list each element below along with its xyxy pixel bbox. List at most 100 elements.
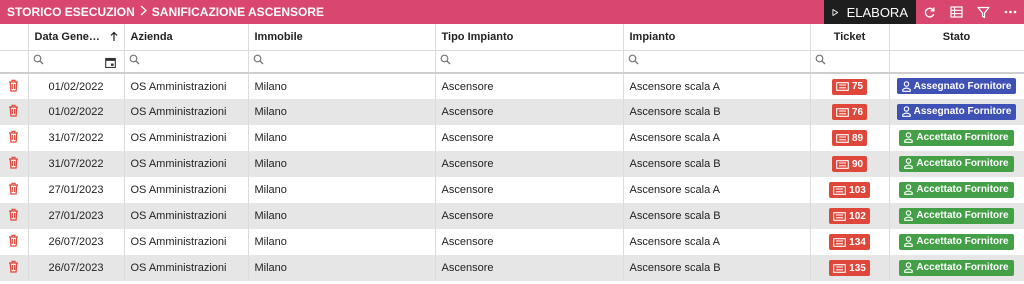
ticket-number: 89 bbox=[851, 132, 864, 144]
trash-icon[interactable] bbox=[8, 130, 19, 146]
cell-immobile: Milano bbox=[248, 151, 436, 177]
cell-tipo-impianto: Ascensore bbox=[435, 255, 624, 281]
ticket-badge[interactable]: 102 bbox=[829, 208, 870, 224]
user-icon bbox=[904, 236, 916, 248]
status-label: Accettato Fornitore bbox=[916, 236, 1009, 248]
filter-impianto[interactable] bbox=[623, 50, 811, 74]
cell-ticket: 89 bbox=[810, 125, 890, 151]
trash-icon[interactable] bbox=[8, 260, 19, 276]
table-row[interactable]: 27/01/2023 OS Amministrazioni Milano Ascens… bbox=[0, 203, 1024, 229]
history-table: Data Gene… Azienda Immobile Tipo Impiant… bbox=[0, 24, 1024, 281]
calendar-icon[interactable] bbox=[104, 57, 116, 71]
ticket-badge[interactable]: 90 bbox=[831, 156, 868, 172]
user-icon bbox=[904, 158, 916, 170]
cell-azienda: OS Amministrazioni bbox=[124, 125, 249, 151]
cell-azienda: OS Amministrazioni bbox=[124, 73, 249, 99]
ticket-badge[interactable]: 134 bbox=[829, 234, 870, 250]
filter-azienda[interactable] bbox=[124, 50, 249, 74]
breadcrumb-parent[interactable]: STORICO ESECUZION bbox=[7, 5, 135, 19]
ticket-icon bbox=[836, 159, 852, 169]
cell-stato: Accettato Fornitore bbox=[889, 177, 1024, 203]
sort-ascending-icon[interactable] bbox=[110, 31, 118, 42]
cell-stato: Accettato Fornitore bbox=[889, 255, 1024, 281]
ticket-icon bbox=[836, 133, 852, 143]
breadcrumb: STORICO ESECUZION SANIFICAZIONE ASCENSOR… bbox=[0, 5, 324, 19]
ticket-icon bbox=[833, 237, 849, 247]
cell-impianto: Ascensore scala A bbox=[623, 229, 811, 255]
ticket-number: 76 bbox=[851, 106, 864, 118]
cell-immobile: Milano bbox=[248, 229, 436, 255]
cell-impianto: Ascensore scala A bbox=[623, 73, 811, 99]
cell-data: 26/07/2023 bbox=[28, 229, 125, 255]
header-ticket[interactable]: Ticket bbox=[810, 24, 890, 51]
cell-tipo-impianto: Ascensore bbox=[435, 177, 624, 203]
header-stato[interactable]: Stato bbox=[889, 24, 1024, 51]
filter-ticket[interactable] bbox=[810, 50, 890, 74]
cell-immobile: Milano bbox=[248, 73, 436, 99]
ticket-badge[interactable]: 76 bbox=[831, 104, 868, 120]
filter-stato[interactable] bbox=[889, 50, 1024, 74]
filter-data[interactable] bbox=[28, 50, 125, 74]
filter-immobile[interactable] bbox=[248, 50, 436, 74]
ticket-number: 135 bbox=[849, 262, 866, 274]
delete-cell bbox=[0, 125, 29, 151]
user-icon bbox=[901, 106, 914, 118]
cell-ticket: 102 bbox=[810, 203, 890, 229]
header-impianto[interactable]: Impianto bbox=[623, 24, 811, 51]
cell-ticket: 76 bbox=[810, 99, 890, 125]
cell-ticket: 75 bbox=[810, 73, 890, 99]
filter-tipo-impianto[interactable] bbox=[435, 50, 624, 74]
cell-tipo-impianto: Ascensore bbox=[435, 203, 624, 229]
cell-impianto: Ascensore scala A bbox=[623, 177, 811, 203]
cell-immobile: Milano bbox=[248, 203, 436, 229]
trash-icon[interactable] bbox=[8, 208, 19, 224]
ticket-number: 103 bbox=[849, 184, 866, 196]
ticket-icon bbox=[833, 185, 849, 195]
ticket-number: 75 bbox=[851, 81, 864, 92]
delete-cell bbox=[0, 229, 29, 255]
elabora-button[interactable]: ELABORA bbox=[824, 0, 916, 24]
cell-tipo-impianto: Ascensore bbox=[435, 229, 624, 255]
table-row[interactable]: 26/07/2023 OS Amministrazioni Milano Ascens… bbox=[0, 229, 1024, 255]
ticket-number: 134 bbox=[849, 236, 866, 248]
ticket-badge[interactable]: 89 bbox=[831, 130, 868, 146]
ticket-badge[interactable]: 135 bbox=[829, 260, 870, 276]
user-icon bbox=[904, 184, 916, 196]
ticket-number: 102 bbox=[849, 210, 866, 222]
ticket-badge[interactable]: 75 bbox=[831, 78, 868, 95]
table-row[interactable]: 01/02/2022 OS Amministrazioni Milano Ascens… bbox=[0, 73, 1024, 99]
cell-stato: Assegnato Fornitore bbox=[889, 99, 1024, 125]
trash-icon[interactable] bbox=[8, 234, 19, 250]
header-tipo-impianto[interactable]: Tipo Impianto bbox=[435, 24, 624, 51]
trash-icon[interactable] bbox=[8, 79, 19, 95]
header-immobile[interactable]: Immobile bbox=[248, 24, 436, 51]
header-azienda[interactable]: Azienda bbox=[124, 24, 249, 51]
header-bar: STORICO ESECUZION SANIFICAZIONE ASCENSOR… bbox=[0, 0, 1024, 24]
search-icon bbox=[440, 54, 451, 68]
cell-impianto: Ascensore scala B bbox=[623, 99, 811, 125]
ticket-badge[interactable]: 103 bbox=[829, 182, 870, 198]
elabora-label: ELABORA bbox=[846, 4, 908, 20]
columns-icon[interactable] bbox=[943, 0, 970, 24]
status-badge: Accettato Fornitore bbox=[899, 259, 1014, 276]
trash-icon[interactable] bbox=[8, 156, 19, 172]
cell-tipo-impianto: Ascensore bbox=[435, 73, 624, 99]
cell-data: 01/02/2022 bbox=[28, 73, 125, 99]
filter-actions bbox=[0, 50, 29, 74]
header-data-generazione[interactable]: Data Gene… bbox=[28, 24, 125, 51]
trash-icon[interactable] bbox=[8, 182, 19, 198]
refresh-icon[interactable] bbox=[916, 0, 943, 24]
more-icon[interactable] bbox=[997, 0, 1024, 24]
table-row[interactable]: 27/01/2023 OS Amministrazioni Milano Ascens… bbox=[0, 177, 1024, 203]
table-row[interactable]: 26/07/2023 OS Amministrazioni Milano Ascens… bbox=[0, 255, 1024, 281]
filter-icon[interactable] bbox=[970, 0, 997, 24]
status-badge: Accettato Fornitore bbox=[899, 207, 1014, 224]
cell-data: 31/07/2022 bbox=[28, 151, 125, 177]
table-row[interactable]: 01/02/2022 OS Amministrazioni Milano Ascens… bbox=[0, 99, 1024, 125]
table-row[interactable]: 31/07/2022 OS Amministrazioni Milano Ascens… bbox=[0, 125, 1024, 151]
cell-stato: Accettato Fornitore bbox=[889, 203, 1024, 229]
search-icon bbox=[129, 54, 140, 68]
cell-azienda: OS Amministrazioni bbox=[124, 99, 249, 125]
trash-icon[interactable] bbox=[8, 104, 19, 120]
table-row[interactable]: 31/07/2022 OS Amministrazioni Milano Ascens… bbox=[0, 151, 1024, 177]
